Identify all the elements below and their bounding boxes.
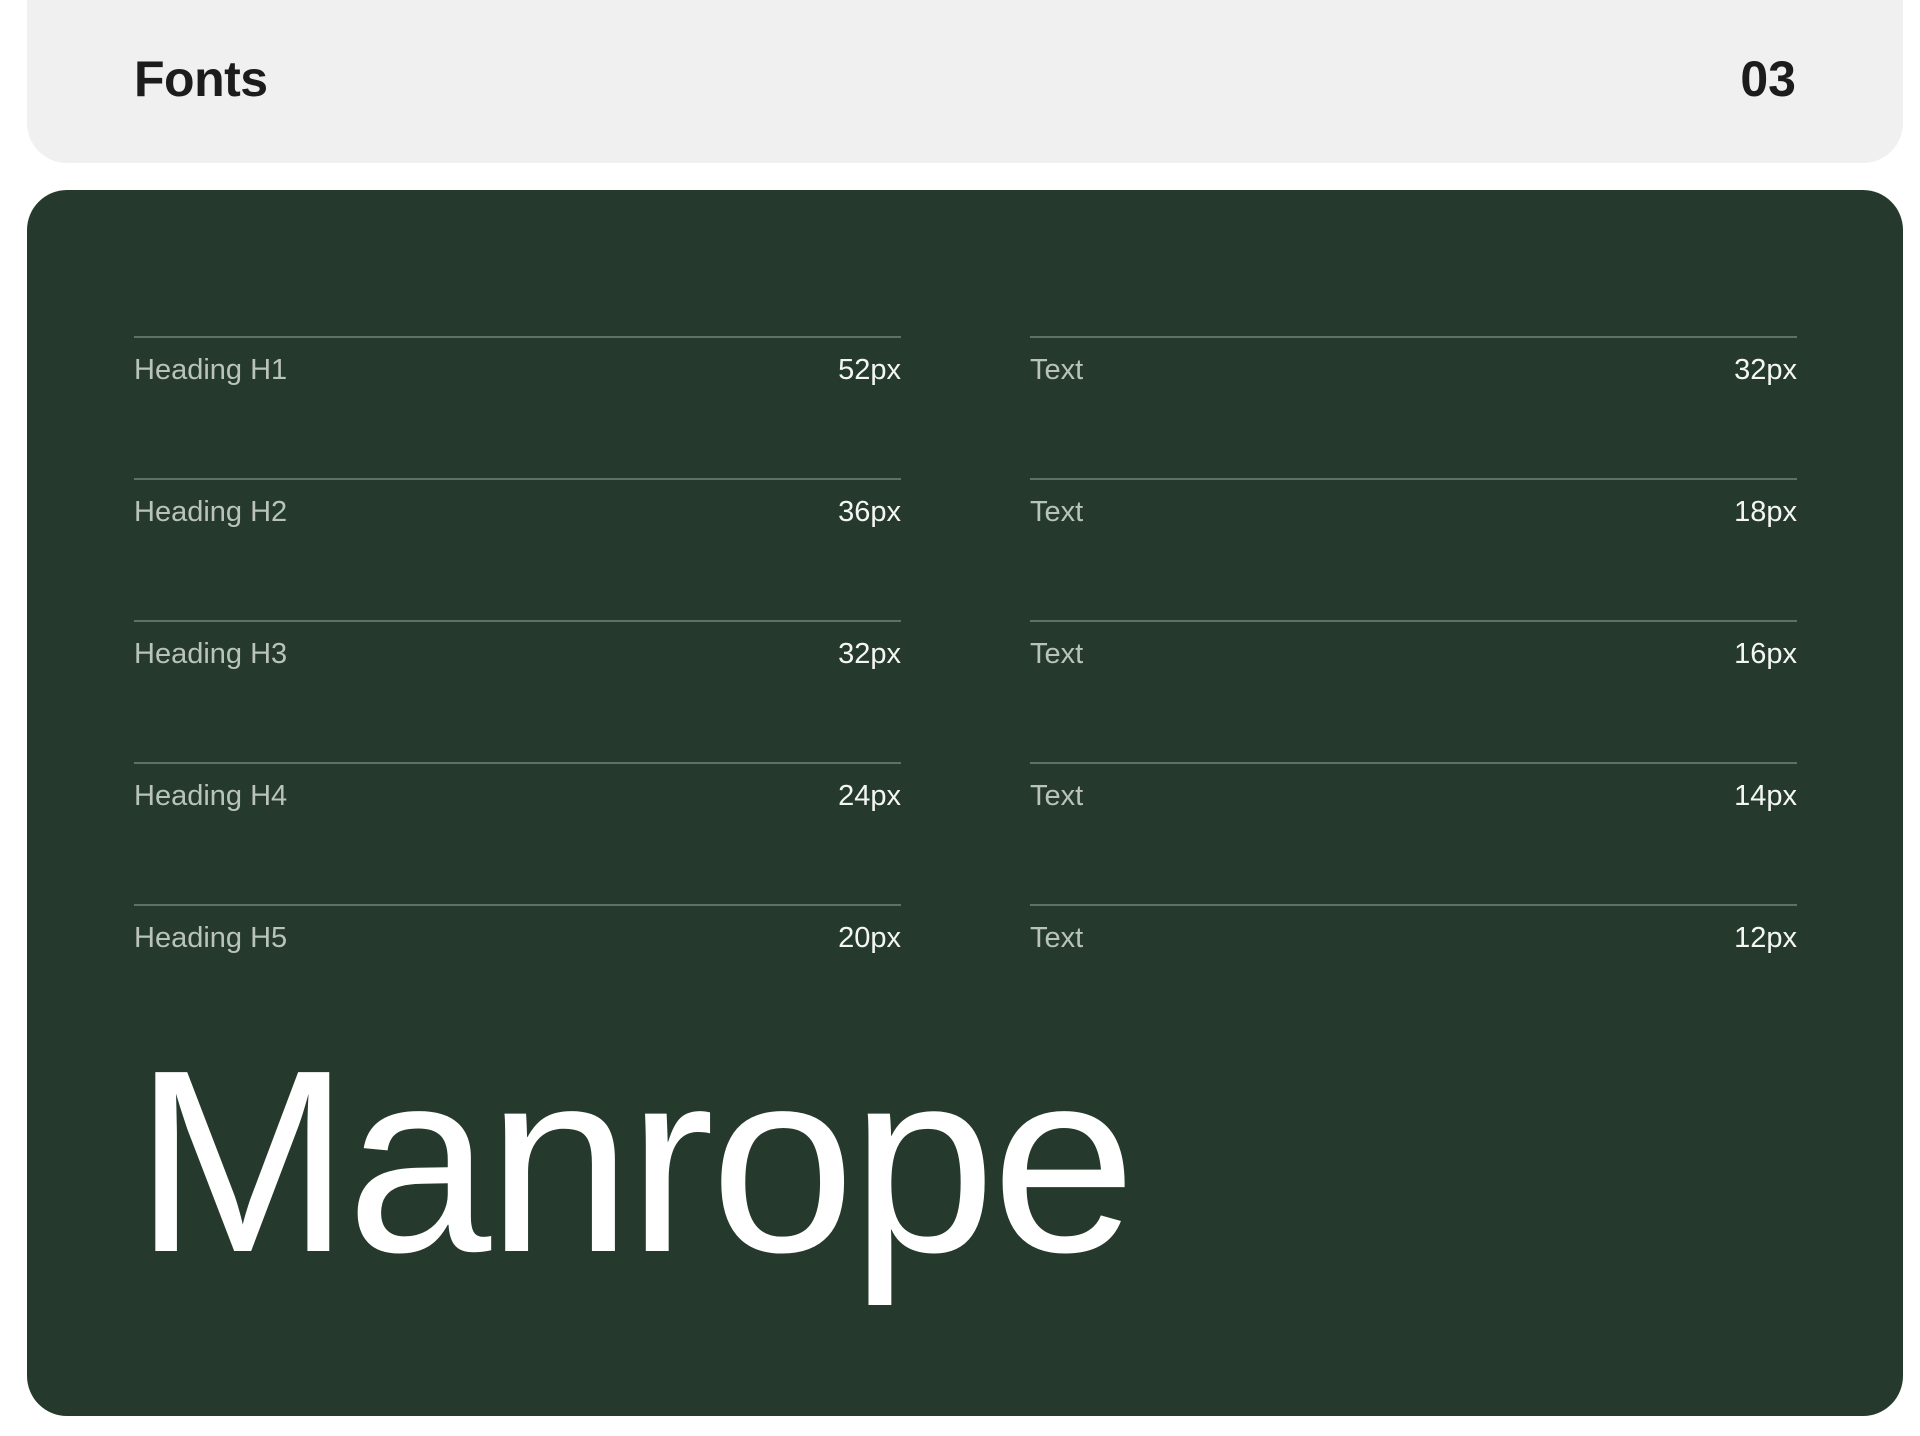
heading-row-h3: Heading H3 32px [134,620,901,762]
section-header: Fonts 03 [27,0,1903,163]
text-row-1: Text 32px [1030,336,1797,478]
heading-row-h4: Heading H4 24px [134,762,901,904]
text-label: Text [1030,354,1084,386]
text-label: Text [1030,496,1084,528]
font-family-specimen: Manrope [134,1017,1136,1307]
heading-size: 24px [838,780,901,812]
heading-label: Heading H2 [134,496,288,528]
heading-label: Heading H5 [134,922,288,954]
heading-row-h1: Heading H1 52px [134,336,901,478]
heading-label: Heading H4 [134,780,288,812]
text-row-5: Text 12px [1030,904,1797,1046]
heading-size: 52px [838,354,901,386]
heading-row-h2: Heading H2 36px [134,478,901,620]
text-size: 32px [1734,354,1797,386]
text-size: 16px [1734,638,1797,670]
heading-scale-list: Heading H1 52px Heading H2 36px Heading … [134,336,901,1046]
text-label: Text [1030,780,1084,812]
typography-panel: Heading H1 52px Heading H2 36px Heading … [27,190,1903,1416]
text-label: Text [1030,638,1084,670]
text-label: Text [1030,922,1084,954]
text-size: 18px [1734,496,1797,528]
text-row-4: Text 14px [1030,762,1797,904]
text-size: 12px [1734,922,1797,954]
section-title: Fonts [134,51,268,107]
text-size: 14px [1734,780,1797,812]
heading-size: 20px [838,922,901,954]
heading-size: 36px [838,496,901,528]
text-row-2: Text 18px [1030,478,1797,620]
text-row-3: Text 16px [1030,620,1797,762]
heading-label: Heading H3 [134,638,288,670]
heading-label: Heading H1 [134,354,288,386]
heading-size: 32px [838,638,901,670]
section-number: 03 [1740,51,1796,107]
text-scale-list: Text 32px Text 18px Text 16px Text 14px … [1030,336,1797,1046]
